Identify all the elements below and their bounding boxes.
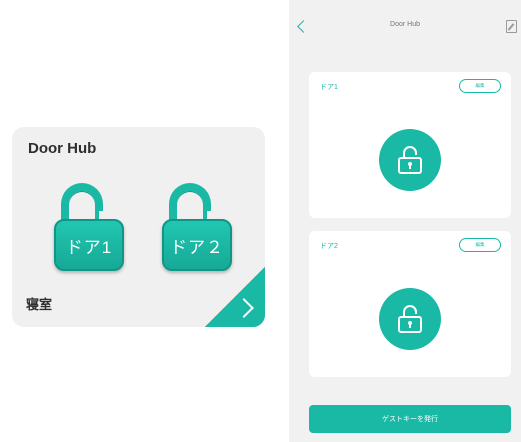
door-card-2: ドア2 編集 — [309, 231, 511, 377]
door-name: ドア2 — [320, 243, 338, 250]
door-2-label: ドア２ — [162, 219, 232, 271]
chevron-right-icon — [234, 298, 254, 318]
nav-title: Door Hub — [390, 21, 420, 28]
door-card-1: ドア1 編集 — [309, 72, 511, 218]
issue-guest-key-button[interactable]: ゲストキーを発行 — [309, 405, 511, 433]
edit-door-button[interactable]: 編集 — [459, 79, 501, 93]
phone-screen: Door Hub ドア1 編集 ドア2 編集 ゲストキーを発行 — [289, 0, 521, 442]
padlock-unlocked-icon — [398, 305, 422, 333]
nav-bar: Door Hub — [289, 12, 521, 42]
stage: Door Hub ドア1 ドア２ 寝室 Door Hub ドア1 編集 ドア2 … — [0, 0, 521, 442]
lock-toggle-button[interactable] — [379, 129, 441, 191]
door-1-lock-button[interactable]: ドア1 — [54, 183, 124, 273]
lock-toggle-button[interactable] — [379, 288, 441, 350]
widget-title: Door Hub — [28, 140, 97, 157]
door-1-label: ドア1 — [54, 219, 124, 271]
door-name: ドア1 — [320, 84, 338, 91]
edit-icon[interactable] — [506, 20, 517, 33]
door-2-lock-button[interactable]: ドア２ — [162, 183, 232, 273]
open-app-corner-button[interactable] — [205, 267, 265, 327]
padlock-unlocked-icon — [398, 146, 422, 174]
edit-door-button[interactable]: 編集 — [459, 238, 501, 252]
room-label: 寝室 — [26, 297, 53, 312]
door-hub-widget[interactable]: Door Hub ドア1 ドア２ 寝室 — [12, 127, 265, 327]
